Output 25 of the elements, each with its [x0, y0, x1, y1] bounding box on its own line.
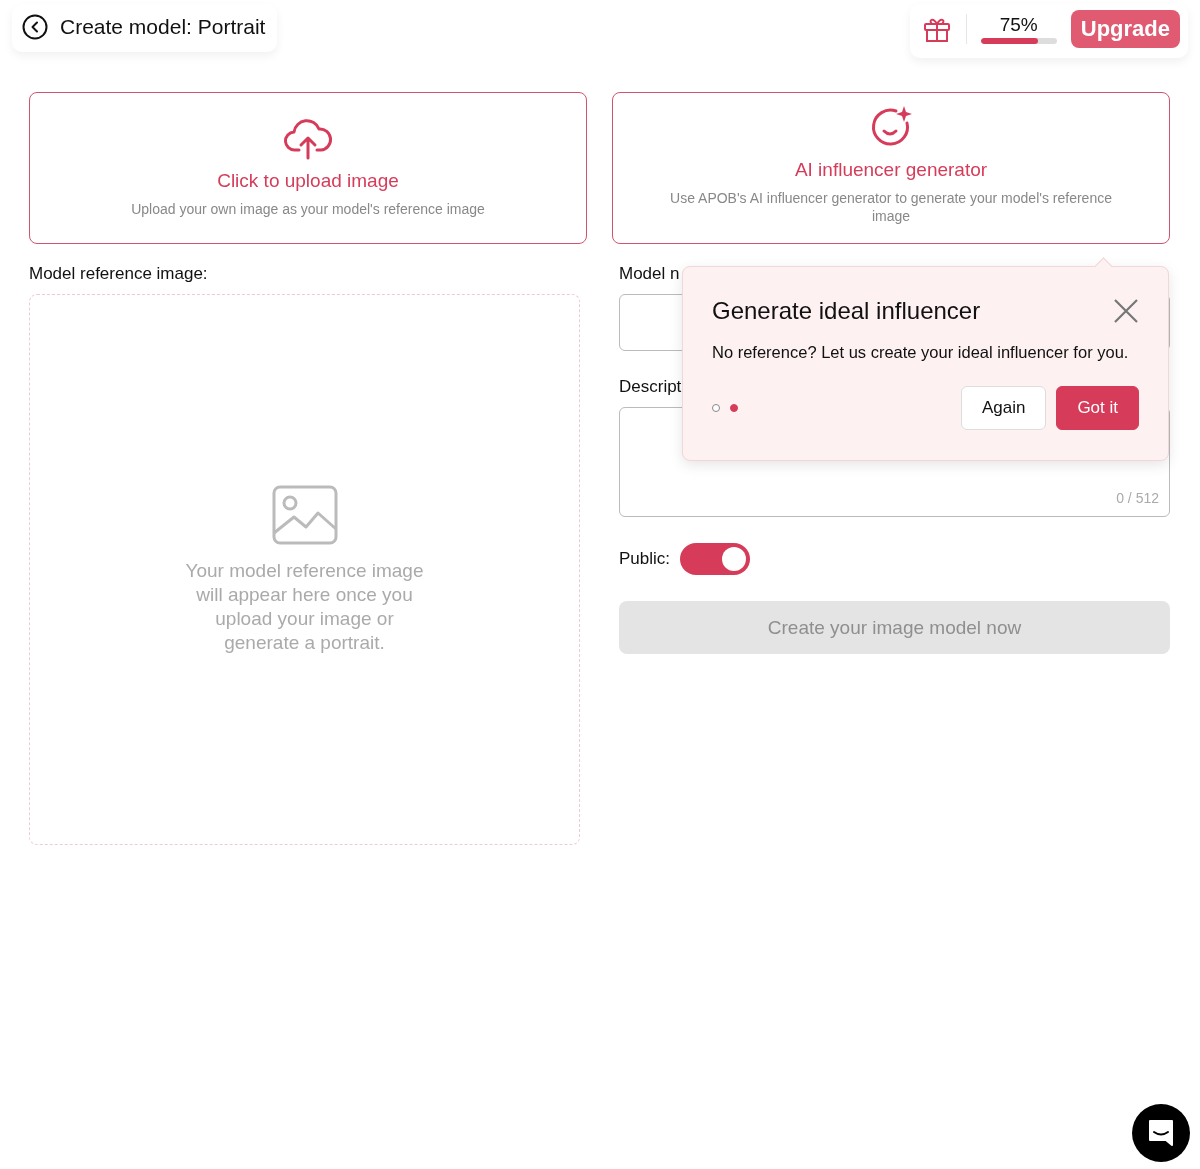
character-counter: 0 / 512	[1116, 490, 1159, 506]
card-title: Click to upload image	[217, 170, 399, 192]
upload-card[interactable]: Click to upload image Upload your own image as your model's reference image	[29, 92, 587, 244]
image-placeholder-icon	[271, 484, 338, 545]
close-icon[interactable]	[1113, 298, 1139, 324]
confirm-button[interactable]: Got it	[1056, 386, 1139, 430]
chat-launcher-icon[interactable]	[1131, 1103, 1191, 1163]
empty-state-text: Your model reference image will appear here once you upload your image or generate a portrait.	[184, 558, 425, 655]
popover-message: No reference? Let us create your ideal influencer for you.	[712, 343, 1130, 362]
upgrade-button[interactable]: Upgrade	[1070, 10, 1180, 48]
card-title: AI influencer generator	[794, 159, 988, 181]
popover-title: Generate ideal influencer	[712, 297, 981, 325]
cloud-upload-icon	[283, 118, 333, 162]
card-description: Upload your own image as your model's reference image	[131, 200, 485, 218]
back-icon[interactable]	[22, 14, 48, 40]
again-button[interactable]: Again	[960, 386, 1047, 430]
card-description: Use APOB's AI influencer generator to generate your model's reference image	[669, 189, 1113, 225]
field-label: Descript	[619, 377, 682, 397]
field-label: Model n	[619, 264, 680, 284]
public-label: Public:	[619, 549, 671, 569]
credit-percent: 75%	[999, 14, 1038, 36]
generator-card[interactable]: AI influencer generator Use APOB's AI influencer generator to generate your model's reference image	[612, 92, 1170, 244]
page-title: Create model: Portrait	[60, 15, 266, 39]
public-toggle[interactable]	[680, 543, 751, 575]
field-label: Model reference image:	[29, 264, 208, 284]
